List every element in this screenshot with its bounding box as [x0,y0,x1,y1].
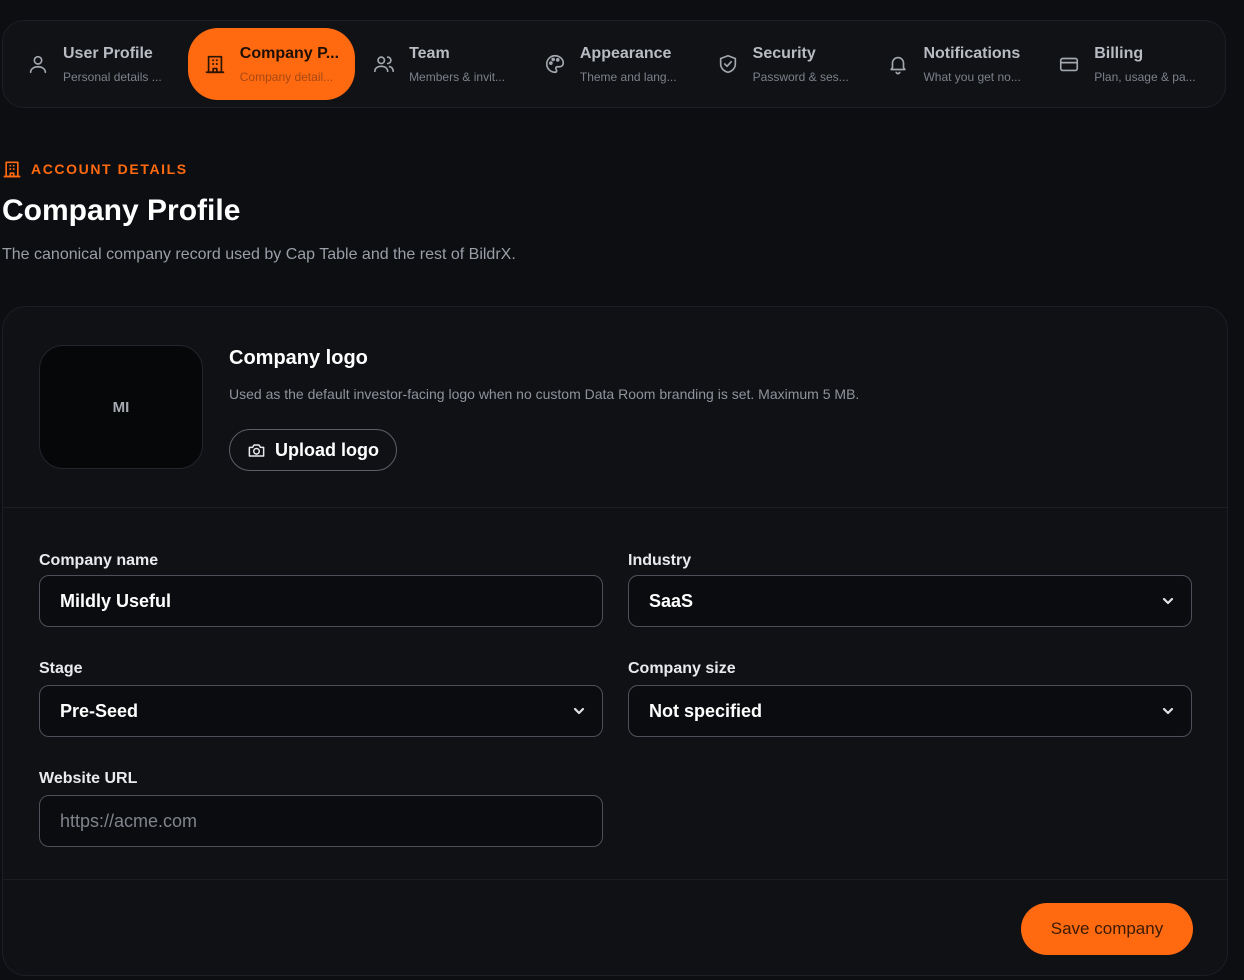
bell-icon [887,53,909,75]
tab-label: Company P... [239,44,340,62]
shield-icon [717,53,739,75]
tab-security[interactable]: Security Password & ses... [709,28,874,100]
tab-subtitle: Theme and lang... [579,69,677,84]
section-eyebrow: ACCOUNT DETAILS [2,159,188,179]
tab-subtitle: Personal details ... [63,69,162,84]
camera-icon [247,441,266,460]
industry-select[interactable]: SaaS [628,575,1192,627]
building-icon [2,159,22,179]
industry-label: Industry [628,552,692,569]
website-url-placeholder: https://acme.com [60,810,198,831]
company-name-input[interactable]: Mildly Useful [39,575,603,627]
company-logo-avatar: MI [39,345,203,469]
page-title: Company Profile [2,194,241,227]
divider [3,879,1227,880]
tab-label: Security [752,44,816,62]
tab-subtitle: Password & ses... [752,69,849,84]
credit-card-icon [1058,53,1080,75]
company-size-select[interactable]: Not specified [628,685,1192,737]
tab-subtitle: What you get no... [923,69,1021,84]
upload-logo-label: Upload logo [275,439,379,460]
building-icon [204,53,226,75]
save-company-button[interactable]: Save company [1021,903,1193,955]
industry-value: SaaS [649,590,694,611]
tab-team[interactable]: Team Members & invit... [365,28,530,100]
stage-value: Pre-Seed [60,700,139,721]
stage-select[interactable]: Pre-Seed [39,685,603,737]
chevron-down-icon [1161,704,1175,718]
tab-label: Notifications [923,44,1021,62]
company-size-label: Company size [628,660,736,677]
logo-section-title: Company logo [229,347,368,369]
company-name-label: Company name [39,552,159,569]
tab-notifications[interactable]: Notifications What you get no... [879,28,1044,100]
website-url-label: Website URL [39,770,138,787]
upload-logo-button[interactable]: Upload logo [229,429,397,471]
tab-company-profile[interactable]: Company P... Company detail... [187,28,356,100]
stage-label: Stage [39,660,83,677]
company-name-value: Mildly Useful [60,590,172,611]
tab-label: User Profile [63,44,153,62]
chevron-down-icon [1161,594,1175,608]
tab-billing[interactable]: Billing Plan, usage & pa... [1050,28,1215,100]
tab-label: Team [409,44,450,62]
tab-subtitle: Plan, usage & pa... [1094,69,1196,84]
users-icon [373,53,395,75]
tab-subtitle: Company detail... [239,69,334,84]
tab-label: Appearance [579,44,672,62]
eyebrow-label: ACCOUNT DETAILS [31,161,188,177]
palette-icon [544,53,566,75]
company-size-value: Not specified [649,700,763,721]
chevron-down-icon [572,704,586,718]
tab-subtitle: Members & invit... [409,69,506,84]
website-url-input[interactable]: https://acme.com [39,795,603,847]
company-profile-card: MI Company logo Used as the default inve… [2,306,1228,976]
tab-label: Billing [1094,44,1144,62]
user-icon [27,53,49,75]
settings-tabs: User Profile Personal details ... Compan… [2,20,1226,108]
divider [3,507,1227,508]
logo-section-description: Used as the default investor-facing logo… [229,386,860,402]
page-description: The canonical company record used by Cap… [2,246,516,263]
tab-user-profile[interactable]: User Profile Personal details ... [19,28,188,100]
tab-appearance[interactable]: Appearance Theme and lang... [536,28,703,100]
